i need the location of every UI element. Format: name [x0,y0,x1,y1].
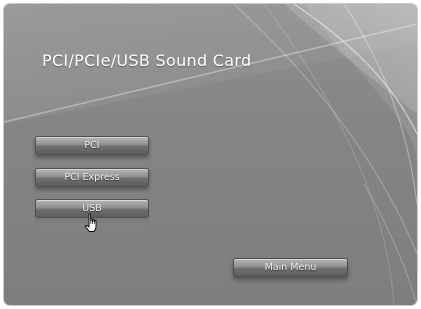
pci-express-button[interactable]: PCI Express [35,168,149,187]
usb-button[interactable]: USB [35,199,149,218]
main-menu-button-label: Main Menu [264,262,317,273]
pci-button[interactable]: PCI [35,136,149,155]
pci-express-button-label: PCI Express [64,172,120,183]
usb-button-label: USB [82,203,102,214]
main-menu-button[interactable]: Main Menu [233,258,348,277]
pci-button-label: PCI [84,140,100,151]
page-title: PCI/PCIe/USB Sound Card [42,51,252,70]
